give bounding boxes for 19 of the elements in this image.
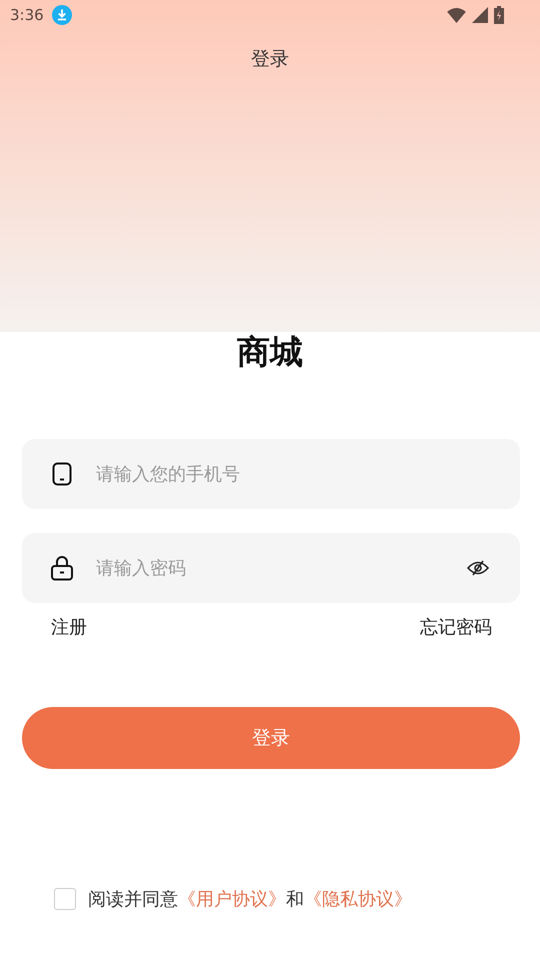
- status-time: 3:36: [10, 6, 44, 24]
- agreement-link[interactable]: 《隐私协议》: [304, 889, 412, 910]
- hidden-eye-icon[interactable]: [466, 558, 490, 578]
- page-title: 登录: [250, 47, 290, 72]
- battery-icon: [494, 6, 504, 24]
- agreement-link[interactable]: 《用户协议》: [178, 889, 286, 910]
- phone-icon: [50, 462, 74, 486]
- text-link[interactable]: 忘记密码: [420, 615, 492, 641]
- login-button[interactable]: 登录: [22, 707, 520, 769]
- app-heading: 商城: [236, 332, 304, 372]
- agreement-checkbox[interactable]: [54, 888, 76, 910]
- agreement-text: 阅读并同意《用户协议》和《隐私协议》: [88, 888, 412, 911]
- signal-icon: [472, 7, 488, 23]
- lock-icon: [50, 555, 74, 581]
- download-icon: [52, 5, 72, 25]
- input-field[interactable]: 请输入您的手机号: [96, 464, 490, 484]
- wifi-icon: [447, 8, 466, 22]
- input-field[interactable]: 请输入密码: [96, 558, 444, 578]
- text-link[interactable]: 注册: [51, 615, 87, 641]
